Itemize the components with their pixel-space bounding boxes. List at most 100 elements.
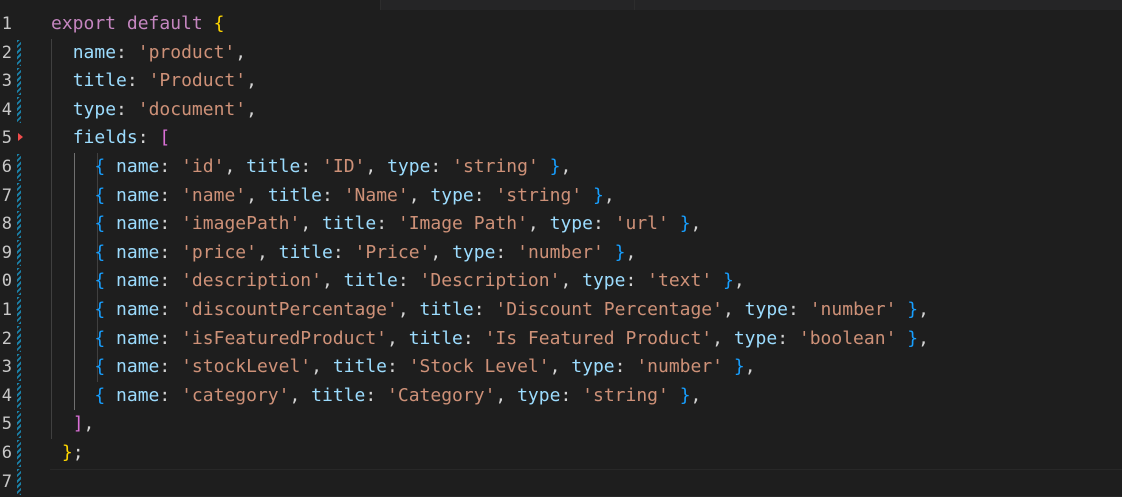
punctuation-token	[896, 328, 907, 349]
tab-separator	[634, 0, 635, 10]
tab-separator	[380, 0, 381, 10]
punctuation-token: ,	[690, 213, 702, 235]
punctuation-token: ,	[625, 241, 637, 263]
code-line[interactable]: 5 fields: [	[0, 124, 1122, 153]
punctuation-token: ,	[246, 98, 257, 120]
punctuation-token: :	[159, 384, 182, 406]
code-line[interactable]: 6 { name: 'id', title: 'ID', type: 'stri…	[0, 153, 1122, 182]
code-line[interactable]: 2 { name: 'isFeaturedProduct', title: 'I…	[0, 325, 1122, 354]
punctuation-token: :	[300, 156, 323, 177]
git-modified-marker[interactable]	[17, 382, 21, 410]
punctuation-token: :	[365, 384, 388, 406]
git-modified-marker[interactable]	[17, 39, 21, 67]
property-token: title	[419, 299, 474, 320]
punctuation-token: ,	[744, 356, 756, 378]
punctuation-token	[669, 213, 680, 234]
line-number: 2	[1, 328, 12, 349]
bracket-token: {	[94, 184, 106, 206]
git-modified-marker[interactable]	[17, 182, 21, 210]
bracket-token: {	[94, 356, 106, 378]
line-number: 5	[1, 128, 12, 149]
string-token: 'Stock Level'	[408, 356, 550, 378]
code-line[interactable]: 2 name: 'product',	[0, 39, 1122, 68]
git-modified-marker[interactable]	[17, 325, 21, 353]
code-line[interactable]: 4 type: 'document',	[0, 96, 1122, 125]
string-token: 'Is Featured Product'	[484, 327, 713, 349]
punctuation-token: :	[159, 356, 182, 378]
punctuation-token: ,	[918, 299, 929, 320]
punctuation-token: :	[159, 270, 182, 292]
git-deleted-marker[interactable]	[18, 133, 23, 142]
code-text: };	[51, 439, 84, 468]
code-line[interactable]: 7	[0, 468, 1122, 497]
punctuation-token: ,	[246, 184, 268, 206]
git-modified-marker[interactable]	[17, 96, 21, 124]
code-line[interactable]: 0 { name: 'description', title: 'Descrip…	[0, 267, 1122, 296]
git-modified-marker[interactable]	[17, 268, 21, 295]
punctuation-token	[712, 270, 723, 291]
line-number: 0	[1, 271, 12, 292]
string-token: 'isFeaturedProduct'	[181, 327, 387, 349]
property-token: title	[278, 241, 333, 263]
punctuation-token: :	[116, 41, 138, 63]
git-modified-marker[interactable]	[17, 239, 21, 267]
punctuation-token	[51, 99, 73, 120]
code-line[interactable]: 6 };	[0, 439, 1122, 468]
code-line[interactable]: 9 { name: 'price', title: 'Price', type:…	[0, 239, 1122, 268]
line-number: 3	[1, 357, 12, 378]
code-editor[interactable]: 1 export default {2 name: 'product', 3 tit…	[0, 10, 1122, 497]
bracket-token: {	[94, 156, 106, 177]
bracket-token: }	[679, 384, 691, 406]
punctuation-token	[51, 413, 73, 434]
code-line[interactable]: 3 title: 'Product',	[0, 67, 1122, 96]
bracket-token: {	[94, 299, 106, 320]
string-token: 'number'	[517, 241, 604, 263]
bracket-token: {	[94, 241, 106, 263]
punctuation-token	[539, 156, 550, 177]
punctuation-token	[51, 127, 73, 148]
punctuation-token: ,	[527, 213, 550, 235]
punctuation-token	[51, 242, 94, 263]
code-line[interactable]: 5 ],	[0, 410, 1122, 439]
git-modified-marker[interactable]	[17, 440, 21, 467]
string-token: 'Price'	[354, 241, 431, 263]
git-modified-marker[interactable]	[17, 411, 21, 438]
code-line[interactable]: 1 export default {	[0, 10, 1122, 39]
git-modified-marker[interactable]	[17, 468, 21, 496]
property-token: title	[322, 213, 377, 235]
git-modified-marker[interactable]	[17, 211, 21, 238]
git-modified-marker[interactable]	[17, 68, 21, 95]
code-line[interactable]: 4 { name: 'category', title: 'Category',…	[0, 382, 1122, 411]
git-modified-marker[interactable]	[17, 154, 21, 181]
code-line[interactable]: 8 { name: 'imagePath', title: 'Image Pat…	[0, 210, 1122, 239]
punctuation-token: :	[614, 356, 637, 378]
punctuation-token: :	[473, 299, 496, 320]
active-editor-tab[interactable]	[0, 0, 380, 10]
editor-tab-bar	[0, 0, 1122, 10]
code-line[interactable]: 1 { name: 'discountPercentage', title: '…	[0, 296, 1122, 325]
git-modified-marker[interactable]	[17, 297, 21, 324]
punctuation-token: ,	[387, 327, 409, 349]
code-line[interactable]: 3 { name: 'stockLevel', title: 'Stock Le…	[0, 353, 1122, 382]
bracket-token: [	[159, 127, 171, 149]
string-token: 'name'	[181, 184, 247, 206]
punctuation-token	[51, 70, 73, 91]
bracket-token: }	[61, 442, 73, 463]
punctuation-token	[51, 328, 94, 349]
bracket-token: }	[679, 213, 691, 235]
code-text: name: 'product',	[51, 39, 246, 68]
punctuation-token: :	[159, 241, 182, 263]
punctuation-token: ,	[365, 156, 388, 177]
code-line[interactable]: 7 { name: 'name', title: 'Name', type: '…	[0, 182, 1122, 211]
line-number: 5	[1, 414, 12, 435]
line-number: 9	[1, 242, 12, 263]
git-modified-marker[interactable]	[17, 354, 21, 381]
punctuation-token	[604, 242, 615, 263]
bracket-token: {	[213, 13, 225, 34]
property-token: title	[332, 356, 388, 378]
punctuation-token: :	[777, 327, 799, 349]
property-token: title	[267, 184, 322, 206]
string-token: 'string'	[495, 184, 583, 206]
line-number: 4	[1, 99, 12, 120]
code-text: { name: 'discountPercentage', title: 'Di…	[51, 296, 929, 325]
